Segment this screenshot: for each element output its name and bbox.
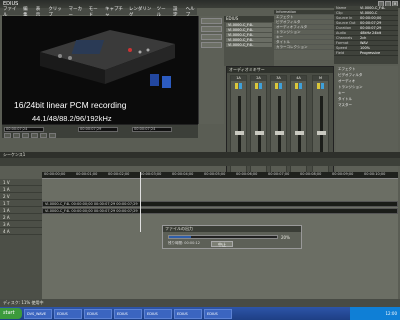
fader-handle[interactable] [255,131,264,135]
bin-item[interactable]: VI-0000-C_F4L [226,33,272,37]
start-button[interactable]: start [0,308,22,319]
ruler-tick: 00:00:05;00 [204,172,226,176]
recorder-device-image [40,30,175,88]
track-header[interactable]: 2 V [0,193,42,200]
audio-clip[interactable]: VI-0000-C_F4L 00:00:00;00 00:00:07;29 00… [42,201,398,207]
step-back-button[interactable] [13,133,20,138]
ruler-tick: 00:00:01;00 [76,172,98,176]
progress-bar [168,235,278,239]
clip-info-table: Name VI-0000-C_F4L Clip VI-0000-C Source I… [334,6,398,64]
status-bar: ディスク: 11% 使用中 [0,299,400,307]
track-header[interactable]: 1 V [0,179,42,186]
timecode-in: 00:00:07;24 [4,127,44,132]
fader-handle[interactable] [295,131,304,135]
taskbar-button[interactable]: EDIUS [54,308,82,319]
track-header[interactable]: 1 A [0,186,42,193]
rewind-button[interactable] [4,133,11,138]
side-button[interactable] [201,26,222,32]
bin-item[interactable]: VI-0000-C_F4L [226,38,272,42]
mixer-header: オーディオミキサー [227,67,333,73]
track-header[interactable]: 4 A [0,228,42,235]
side-button[interactable] [201,42,222,48]
track-header[interactable]: 1 T [0,200,42,207]
system-tray-clock: 12:00 [350,307,400,320]
timeline-ruler[interactable]: 00:00:00;00 00:00:01;00 00:00:02;00 00:0… [42,172,398,179]
timecode-duration: 00:00:07;24 [132,127,172,132]
track-header[interactable]: 3 A [0,221,42,228]
recorder-side-panel [198,16,224,124]
play-button[interactable] [22,133,29,138]
info-row: Field Progressive [334,51,398,56]
export-progress-dialog: ファイルの出力 20% 残り時間: 00:00:12 中止 [162,225,302,249]
effect-item[interactable]: カラーコレクション [274,45,334,50]
tree-item[interactable]: マスター [336,102,398,108]
ruler-tick: 00:00:09;00 [332,172,354,176]
track-header[interactable]: 1 A [0,207,42,214]
ruler-tick: 00:00:02;00 [108,172,130,176]
side-button[interactable] [201,18,222,24]
fader-handle[interactable] [317,131,326,135]
caption-line1: 16/24bit linear PCM recording [14,100,127,110]
ruler-tick: 00:00:06;00 [236,172,258,176]
taskbar-button[interactable]: EDIUS [144,308,172,319]
taskbar-button[interactable]: EDIUS [84,308,112,319]
timeline-header: シーケンス1 [0,152,400,166]
audio-clip[interactable]: VI-0000-C_F4L 00:00:00;00 00:00:07;29 00… [42,208,398,214]
dialog-title: ファイルの出力 [163,226,301,232]
bin-item[interactable]: VI-0000-C_F4L [226,23,272,27]
progress-percent: 20% [281,235,290,240]
taskbar-button[interactable]: EDIUS [114,308,142,319]
track-header[interactable]: 2 A [0,214,42,221]
loop-button[interactable] [49,133,56,138]
effects-panel: Information エフェクト ビデオフィルタ オーディオフィルタ トランジ… [274,10,334,60]
ruler-tick: 00:00:10;00 [364,172,386,176]
fader-handle[interactable] [275,131,284,135]
taskbar-button[interactable]: DVS_WAVE [24,308,52,319]
taskbar: start DVS_WAVE EDIUS EDIUS EDIUS EDIUS E… [0,307,400,320]
bin-header: EDIUS [224,16,274,22]
transport-buttons [4,133,196,138]
bin-panel: EDIUS VI-0000-C_F4L VI-0000-C_F4L VI-000… [224,16,274,66]
bin-item[interactable]: VI-0000-C_F4L [226,43,272,47]
timecode-out: 00:00:07;29 [78,127,118,132]
fader-handle[interactable] [235,131,244,135]
cancel-button[interactable]: 中止 [211,241,233,247]
ruler-tick: 00:00:00;00 [44,172,66,176]
ruler-tick: 00:00:04;00 [172,172,194,176]
remaining-time: 残り時間: 00:00:12 [168,241,201,245]
player-preview: 16/24bit linear PCM recording 44.1/48/88… [2,16,198,124]
caption-line2: 44.1/48/88.2/96/192kHz [32,114,112,123]
taskbar-button[interactable]: EDIUS [204,308,232,319]
ruler-tick: 00:00:07;00 [268,172,290,176]
tab-sequence[interactable]: シーケンス1 [0,152,400,158]
side-button[interactable] [201,34,222,40]
menu-bar: ファイル 編集 表示 クリップ マーカー モード キャプチャ レンダリング ツー… [0,7,197,18]
bin-item[interactable]: VI-0000-C_F4L [226,28,272,32]
playhead[interactable] [140,172,141,232]
step-forward-button[interactable] [31,133,38,138]
ruler-tick: 00:00:03;00 [140,172,162,176]
player-transport: 00:00:07;24 00:00:07;29 00:00:07;24 [2,124,198,138]
ruler-tick: 00:00:08;00 [300,172,322,176]
taskbar-button[interactable]: EDIUS [174,308,202,319]
track-headers: 1 V 1 A 2 V 1 T 1 A 2 A 3 A 4 A [0,179,42,299]
fast-forward-button[interactable] [40,133,47,138]
